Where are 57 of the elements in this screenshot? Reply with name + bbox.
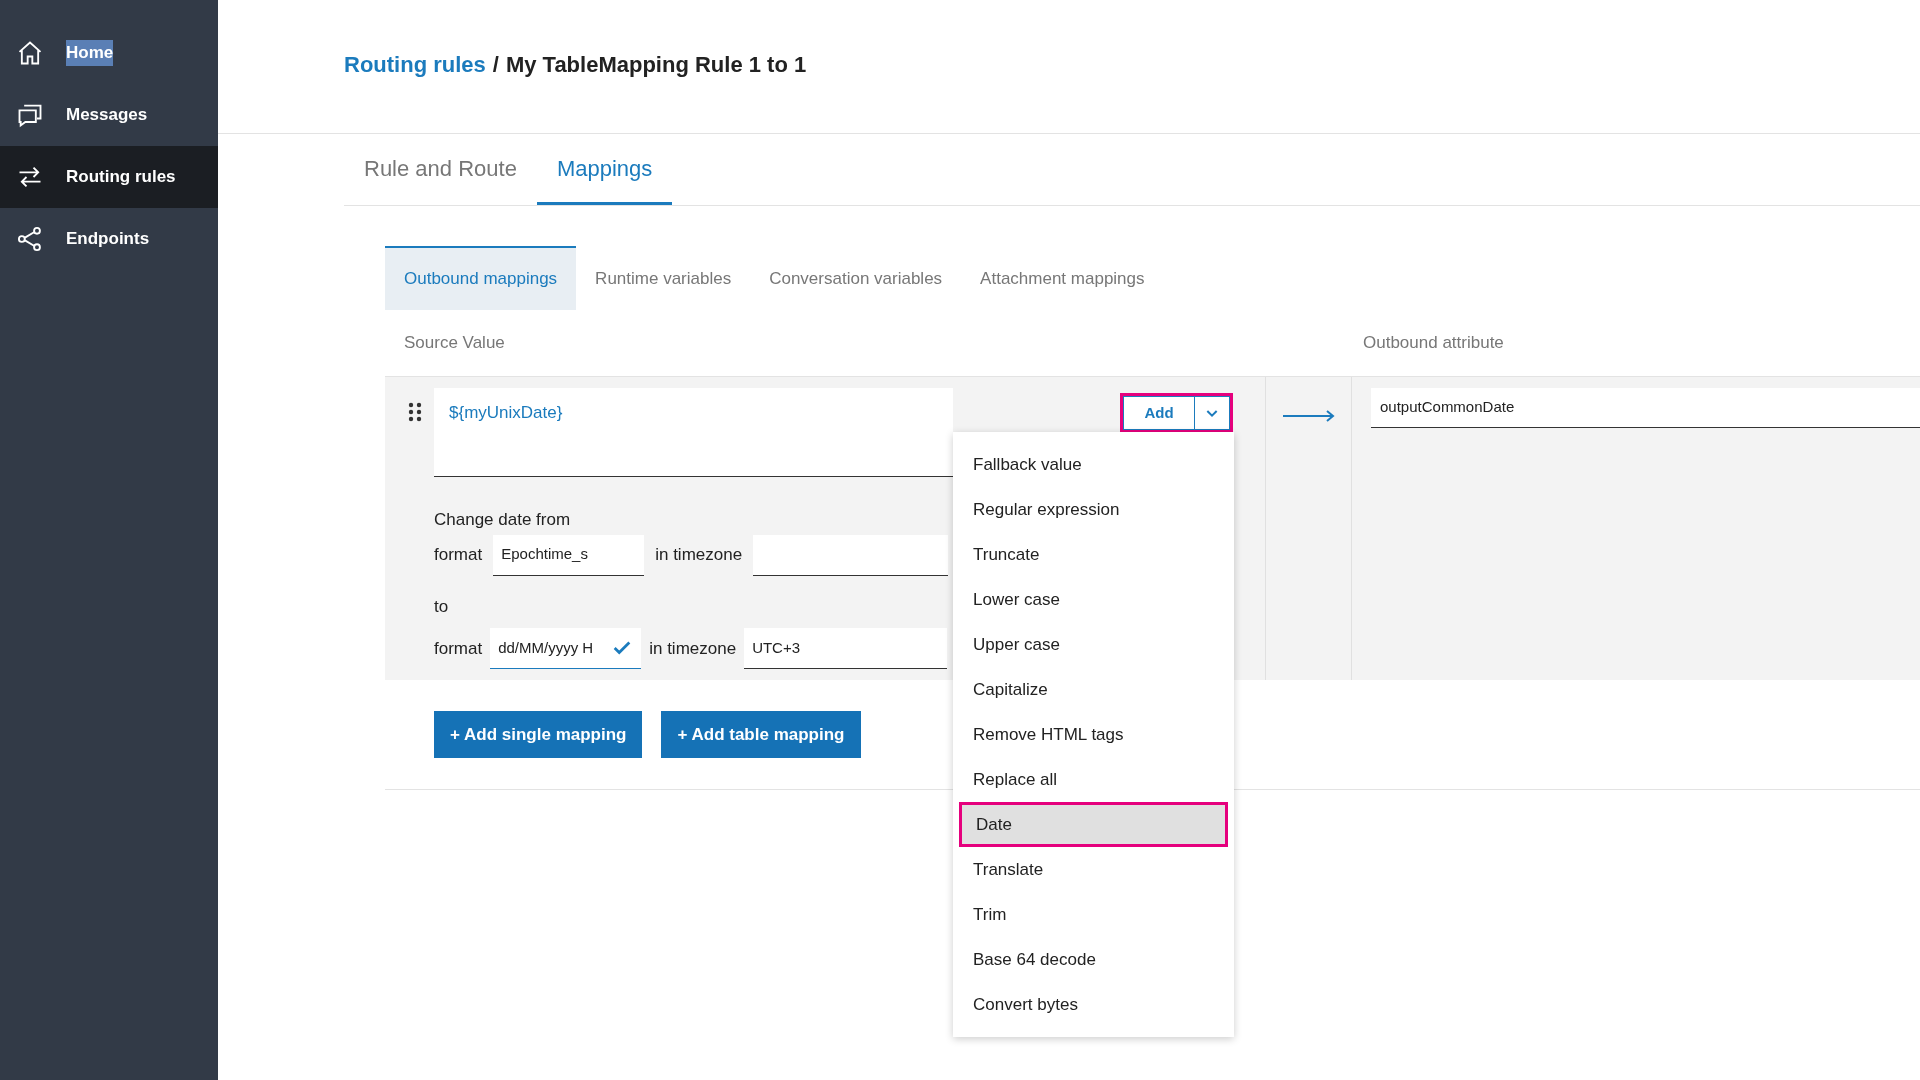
source-value-field[interactable]: ${myUnixDate} [434,388,953,477]
add-split-button[interactable]: Add [1120,393,1233,433]
field-label: in timezone [649,637,737,660]
tab[interactable]: Mappings [536,134,673,205]
menu-item[interactable]: Lower case [959,577,1228,622]
field-label: format [434,544,483,567]
menu-item[interactable]: Regular expression [959,487,1228,532]
input-field[interactable] [753,534,949,576]
input-field[interactable]: Epochtime_s [493,534,645,576]
add-label: Add [1124,397,1195,429]
date-change-heading: to [434,595,449,618]
sidebar-item[interactable]: Messages [0,84,218,146]
menu-item[interactable]: Date [959,802,1228,847]
breadcrumb-separator: / [492,51,499,79]
tab[interactable]: Outbound mappings [385,246,577,310]
tab[interactable]: Conversation variables [750,246,962,310]
sidebar-label: Messages [66,104,148,127]
menu-item[interactable]: Trim [959,892,1228,937]
input-field[interactable]: dd/MM/yyyy H [490,628,642,669]
sidebar-item[interactable]: Home [0,22,218,84]
sidebar-label: Endpoints [66,228,150,251]
input-field[interactable]: UTC+3 [744,628,948,669]
arrow-right-icon [1282,410,1335,422]
menu-item[interactable]: Fallback value [959,442,1228,487]
add-mapping-button[interactable]: + Add table mapping [661,711,861,758]
variable-text: ${myUnixDate} [449,403,563,422]
field-value: outputCommonDate [1380,397,1515,418]
menu-item[interactable]: Upper case [959,622,1228,667]
add-mapping-button[interactable]: + Add single mapping [434,711,643,758]
page-title: My TableMapping Rule 1 to 1 [505,51,807,79]
column-header: Source Value [403,332,506,355]
sidebar-item[interactable]: Endpoints [0,208,218,270]
tab[interactable]: Attachment mappings [961,246,1164,310]
column-header: Outbound attribute [1363,332,1504,355]
field-label: format [434,637,483,660]
tab[interactable]: Runtime variables [576,246,751,310]
sidebar-item[interactable]: Routing rules [0,146,218,208]
menu-item[interactable]: Truncate [959,532,1228,577]
menu-item[interactable]: Remove HTML tags [959,712,1228,757]
tab[interactable]: Rule and Route [344,134,537,205]
field-value: UTC+3 [752,637,802,658]
home-icon [16,39,44,67]
menu-item[interactable]: Replace all [959,757,1228,802]
menu-item[interactable]: Base 64 decode [959,937,1228,982]
sidebar-label: Routing rules [66,166,176,189]
share-icon [16,225,44,253]
field-value: Epochtime_s [501,544,589,565]
menu-item[interactable]: Translate [959,847,1228,892]
date-change-heading: Change date from [434,510,571,529]
menu-item[interactable]: Convert bytes [959,982,1228,1027]
field-value: dd/MM/yyyy H [498,637,595,658]
sidebar-label: Home [66,40,114,66]
field-label: in timezone [655,544,743,567]
breadcrumb-link[interactable]: Routing rules [344,48,486,81]
outbound-attribute-field[interactable]: outputCommonDate [1371,388,1920,428]
menu-item[interactable]: Capitalize [959,667,1228,712]
drag-handle-icon[interactable] [408,402,422,422]
